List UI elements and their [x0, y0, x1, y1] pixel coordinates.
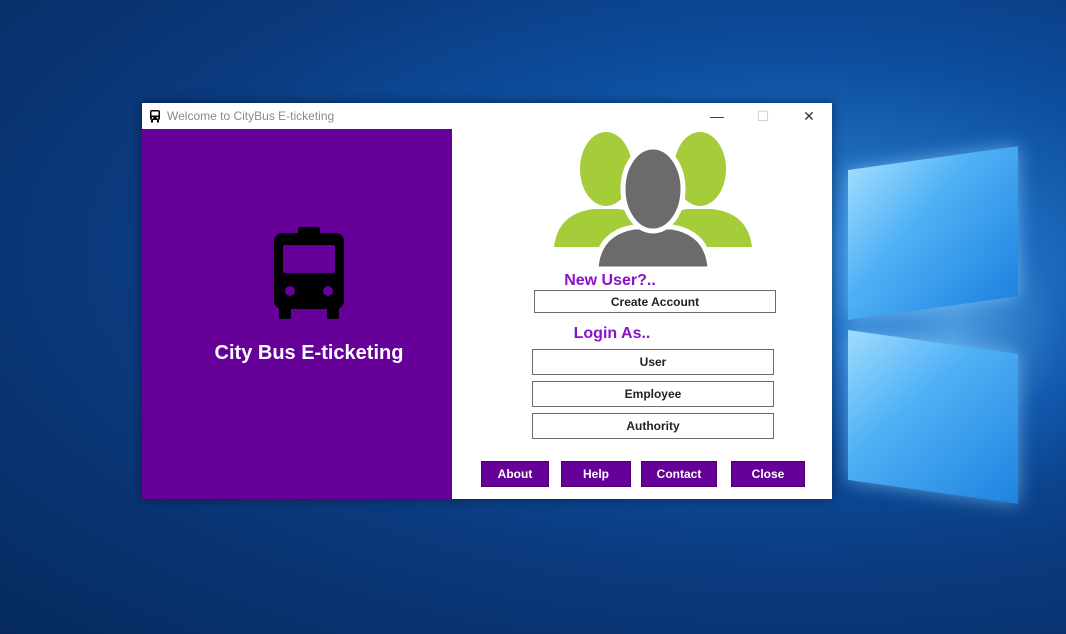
title-bar[interactable]: Welcome to CityBus E-ticketing — ☐ ✕ — [142, 103, 832, 129]
login-as-label: Login As.. — [573, 325, 651, 342]
login-employee-button[interactable]: Employee — [532, 381, 774, 407]
users-group-icon — [554, 132, 752, 269]
logo-pane-bottom — [848, 330, 1018, 504]
login-panel: New User?.. Create Account Login As.. Us… — [452, 129, 832, 499]
windows-logo-wallpaper — [848, 146, 1066, 504]
contact-button[interactable]: Contact — [641, 461, 717, 487]
help-button[interactable]: Help — [561, 461, 631, 487]
login-user-button[interactable]: User — [532, 349, 774, 375]
brand-panel: City Bus E-ticketing — [142, 129, 452, 499]
new-user-label: New User?.. — [564, 272, 656, 289]
window-close-button[interactable]: ✕ — [786, 103, 832, 129]
close-button[interactable]: Close — [731, 461, 805, 487]
maximize-button[interactable]: ☐ — [740, 103, 786, 129]
bus-title-icon — [150, 110, 160, 123]
create-account-button[interactable]: Create Account — [534, 290, 776, 313]
app-title: City Bus E-ticketing — [214, 342, 404, 364]
login-authority-button[interactable]: Authority — [532, 413, 774, 439]
about-button[interactable]: About — [481, 461, 549, 487]
logo-pane-top — [848, 146, 1018, 320]
bus-icon — [274, 227, 344, 319]
welcome-window: Welcome to CityBus E-ticketing — ☐ ✕ Cit… — [142, 103, 832, 499]
minimize-button[interactable]: — — [694, 103, 740, 129]
window-title: Welcome to CityBus E-ticketing — [167, 109, 335, 123]
